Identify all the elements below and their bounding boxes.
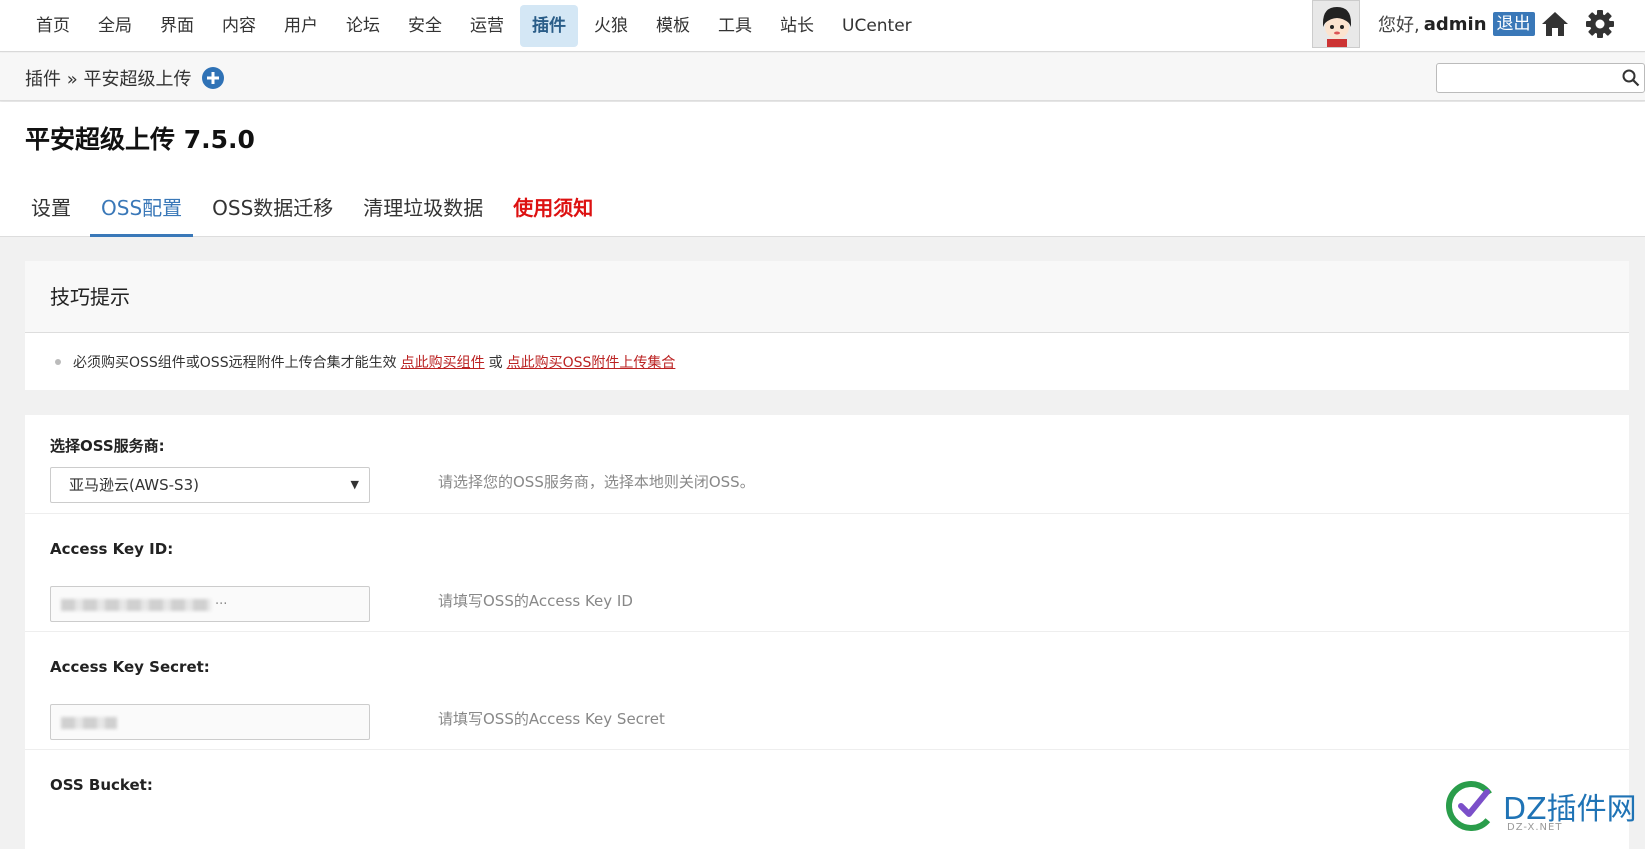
top-nav-menu: 首页 全局 界面 内容 用户 论坛 安全 运营 插件 火狼 模板 工具 站长 UCenter [24,0,928,52]
top-nav: 首页 全局 界面 内容 用户 论坛 安全 运营 插件 火狼 模板 工具 站长 UCenter 您好, ad… [0,0,1645,52]
tab-item[interactable]: 清理垃圾数据 [352,180,494,237]
breadcrumb-bar: 插件 » 平安超级上传 [0,53,1645,101]
form-row-access-key-id: Access Key ID: ... 请填写OSS的Access Key ID [25,514,1629,632]
tips-item: 必须购买OSS组件或OSS远程附件上传合集才能生效 点此购买组件 或 点此购买O… [25,333,1629,390]
logout-button[interactable]: 退出 [1492,12,1535,36]
nav-item[interactable]: 内容 [210,5,268,47]
tips-or: 或 [488,354,503,371]
nav-item[interactable]: 安全 [396,5,454,47]
dz-logo-icon [1446,781,1496,831]
form-row-access-key-secret: Access Key Secret: 请填写OSS的Access Key Sec… [25,632,1629,750]
bullet-icon [55,358,61,365]
tab-item[interactable]: OSS数据迁移 [201,180,344,237]
nav-item[interactable]: 首页 [24,5,82,47]
nav-item[interactable]: 火狼 [582,5,640,47]
tips-panel: 技巧提示 必须购买OSS组件或OSS远程附件上传合集才能生效 点此购买组件 或 … [25,261,1629,390]
nav-item[interactable]: 插件 [520,5,578,47]
nav-item[interactable]: 论坛 [334,5,392,47]
nav-item[interactable]: 运营 [458,5,516,47]
username: admin [1423,13,1487,35]
tab-item[interactable]: 使用须知 [502,180,604,237]
access-key-id-ellipsis: ... [215,593,228,608]
provider-selected-value: 亚马逊云(AWS-S3) [69,476,199,494]
nav-item[interactable]: 工具 [706,5,764,47]
access-key-id-hint: 请填写OSS的Access Key ID [438,592,633,610]
form-row-provider: 选择OSS服务商: 亚马逊云(AWS-S3) ▼ 请选择您的OSS服务商，选择本… [25,415,1629,514]
search-box [1436,63,1645,93]
page-title: 平安超级上传 7.5.0 [25,125,255,154]
buy-collection-link[interactable]: 点此购买OSS附件上传集合 [507,352,676,372]
gear-icon[interactable] [1584,8,1616,40]
home-icon[interactable] [1540,10,1570,38]
access-key-secret-hint: 请填写OSS的Access Key Secret [438,710,665,728]
watermark-logo: DZ插件网 DZ-X.NET [1445,778,1637,840]
bucket-label: OSS Bucket: [50,776,153,794]
oss-config-form: 选择OSS服务商: 亚马逊云(AWS-S3) ▼ 请选择您的OSS服务商，选择本… [25,415,1629,849]
tab-bar: 设置 OSS配置 OSS数据迁移 清理垃圾数据 使用须知 [20,180,612,237]
form-row-bucket: OSS Bucket: [25,750,1629,849]
nav-item[interactable]: 用户 [272,5,330,47]
tab-item[interactable]: 设置 [20,180,82,237]
tab-item[interactable]: OSS配置 [90,180,194,237]
tips-title: 技巧提示 [25,261,1629,333]
nav-item[interactable]: 站长 [768,5,826,47]
search-input[interactable] [1437,64,1617,90]
provider-label: 选择OSS服务商: [50,437,165,455]
access-key-id-label: Access Key ID: [50,540,174,558]
tips-text: 必须购买OSS组件或OSS远程附件上传合集才能生效 [73,354,397,371]
caret-down-icon: ▼ [350,478,359,491]
breadcrumb: 插件 » 平安超级上传 [25,65,225,91]
masked-value [61,717,117,729]
greeting-text: 您好, [1378,15,1420,36]
watermark-subtext: DZ-X.NET [1507,822,1563,833]
access-key-secret-input[interactable] [50,704,370,740]
access-key-secret-label: Access Key Secret: [50,658,210,676]
breadcrumb-text: 插件 » 平安超级上传 [25,69,192,90]
nav-item[interactable]: UCenter [830,5,924,47]
avatar[interactable] [1312,0,1360,48]
provider-select[interactable]: 亚马逊云(AWS-S3) ▼ [50,467,370,503]
masked-value [61,599,211,611]
nav-item[interactable]: 全局 [86,5,144,47]
access-key-id-input[interactable]: ... [50,586,370,622]
plus-circle-icon[interactable] [201,66,225,90]
search-icon[interactable] [1622,69,1640,87]
nav-item[interactable]: 模板 [644,5,702,47]
nav-item[interactable]: 界面 [148,5,206,47]
provider-hint: 请选择您的OSS服务商，选择本地则关闭OSS。 [438,473,755,491]
user-greeting: 您好, admin 退出 [1378,10,1535,38]
page-header: 平安超级上传 7.5.0 设置 OSS配置 OSS数据迁移 清理垃圾数据 使用须知 [0,102,1645,237]
buy-component-link[interactable]: 点此购买组件 [401,352,485,372]
